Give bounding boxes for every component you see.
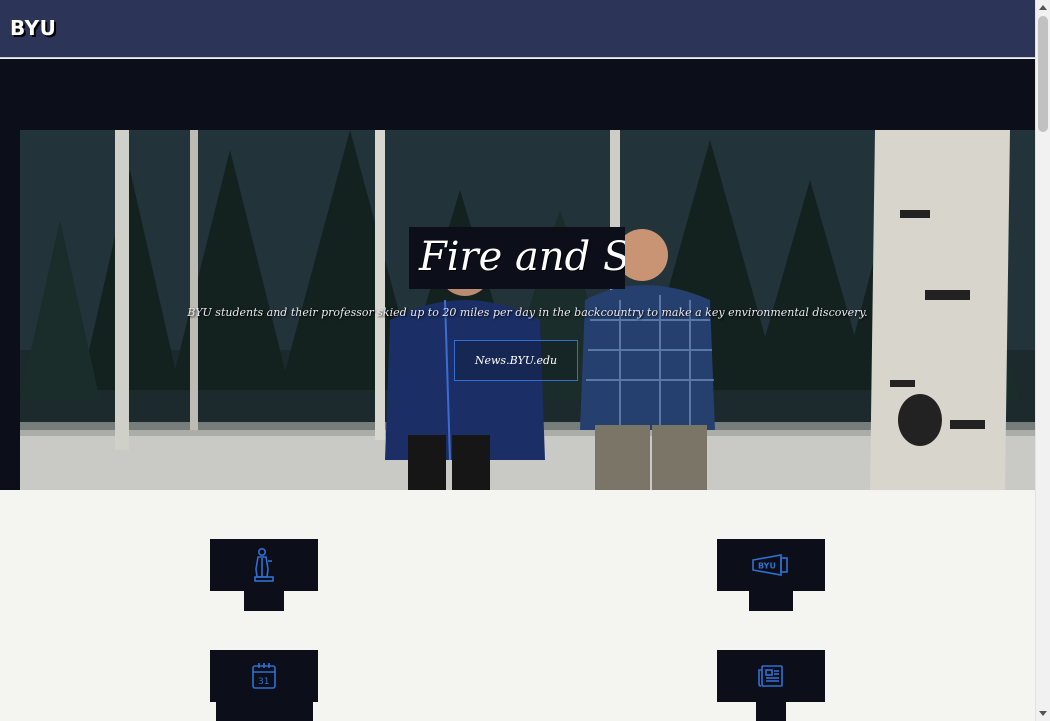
vertical-scrollbar[interactable]	[1035, 0, 1050, 721]
hero-title-box: Fire and Snow	[409, 227, 625, 289]
byu-logo[interactable]: BYU	[10, 16, 56, 40]
tile-icon-box[interactable]	[210, 539, 318, 591]
person-statue-icon	[254, 547, 274, 582]
tile-icon-box[interactable]: 31	[210, 650, 318, 702]
hero-title: Fire and Snow	[419, 234, 625, 280]
top-navigation-bar: BYU	[0, 0, 1035, 58]
news-link-button[interactable]: News.BYU.edu	[454, 340, 578, 381]
svg-text:31: 31	[258, 677, 269, 687]
hero-banner: Fire and Snow BYU students and their pro…	[20, 130, 1035, 490]
scroll-up-arrow-icon[interactable]	[1039, 5, 1047, 10]
tile-icon-box[interactable]: BYU	[717, 539, 825, 591]
byu-megaphone-icon: BYU	[752, 554, 788, 576]
calendar-icon: 31	[252, 663, 276, 689]
newspaper-icon	[758, 665, 783, 687]
tile-label[interactable]	[749, 591, 793, 611]
page: BYU Fire and BYU students and their prof…	[0, 0, 1035, 721]
tile-label[interactable]	[215, 702, 313, 721]
tile-icon-box[interactable]	[717, 650, 825, 702]
quick-link-tile[interactable]	[717, 650, 825, 721]
scroll-down-arrow-icon[interactable]	[1039, 711, 1047, 716]
quick-link-tile[interactable]	[210, 539, 318, 611]
quick-link-tile[interactable]: 31	[210, 650, 318, 721]
quick-link-tile[interactable]: BYU	[717, 539, 825, 611]
tile-label[interactable]	[756, 702, 786, 721]
tile-label[interactable]	[244, 591, 284, 611]
svg-text:BYU: BYU	[758, 562, 776, 571]
hero-subtitle: BYU students and their professor skied u…	[187, 306, 868, 319]
scrollbar-thumb[interactable]	[1038, 16, 1048, 132]
